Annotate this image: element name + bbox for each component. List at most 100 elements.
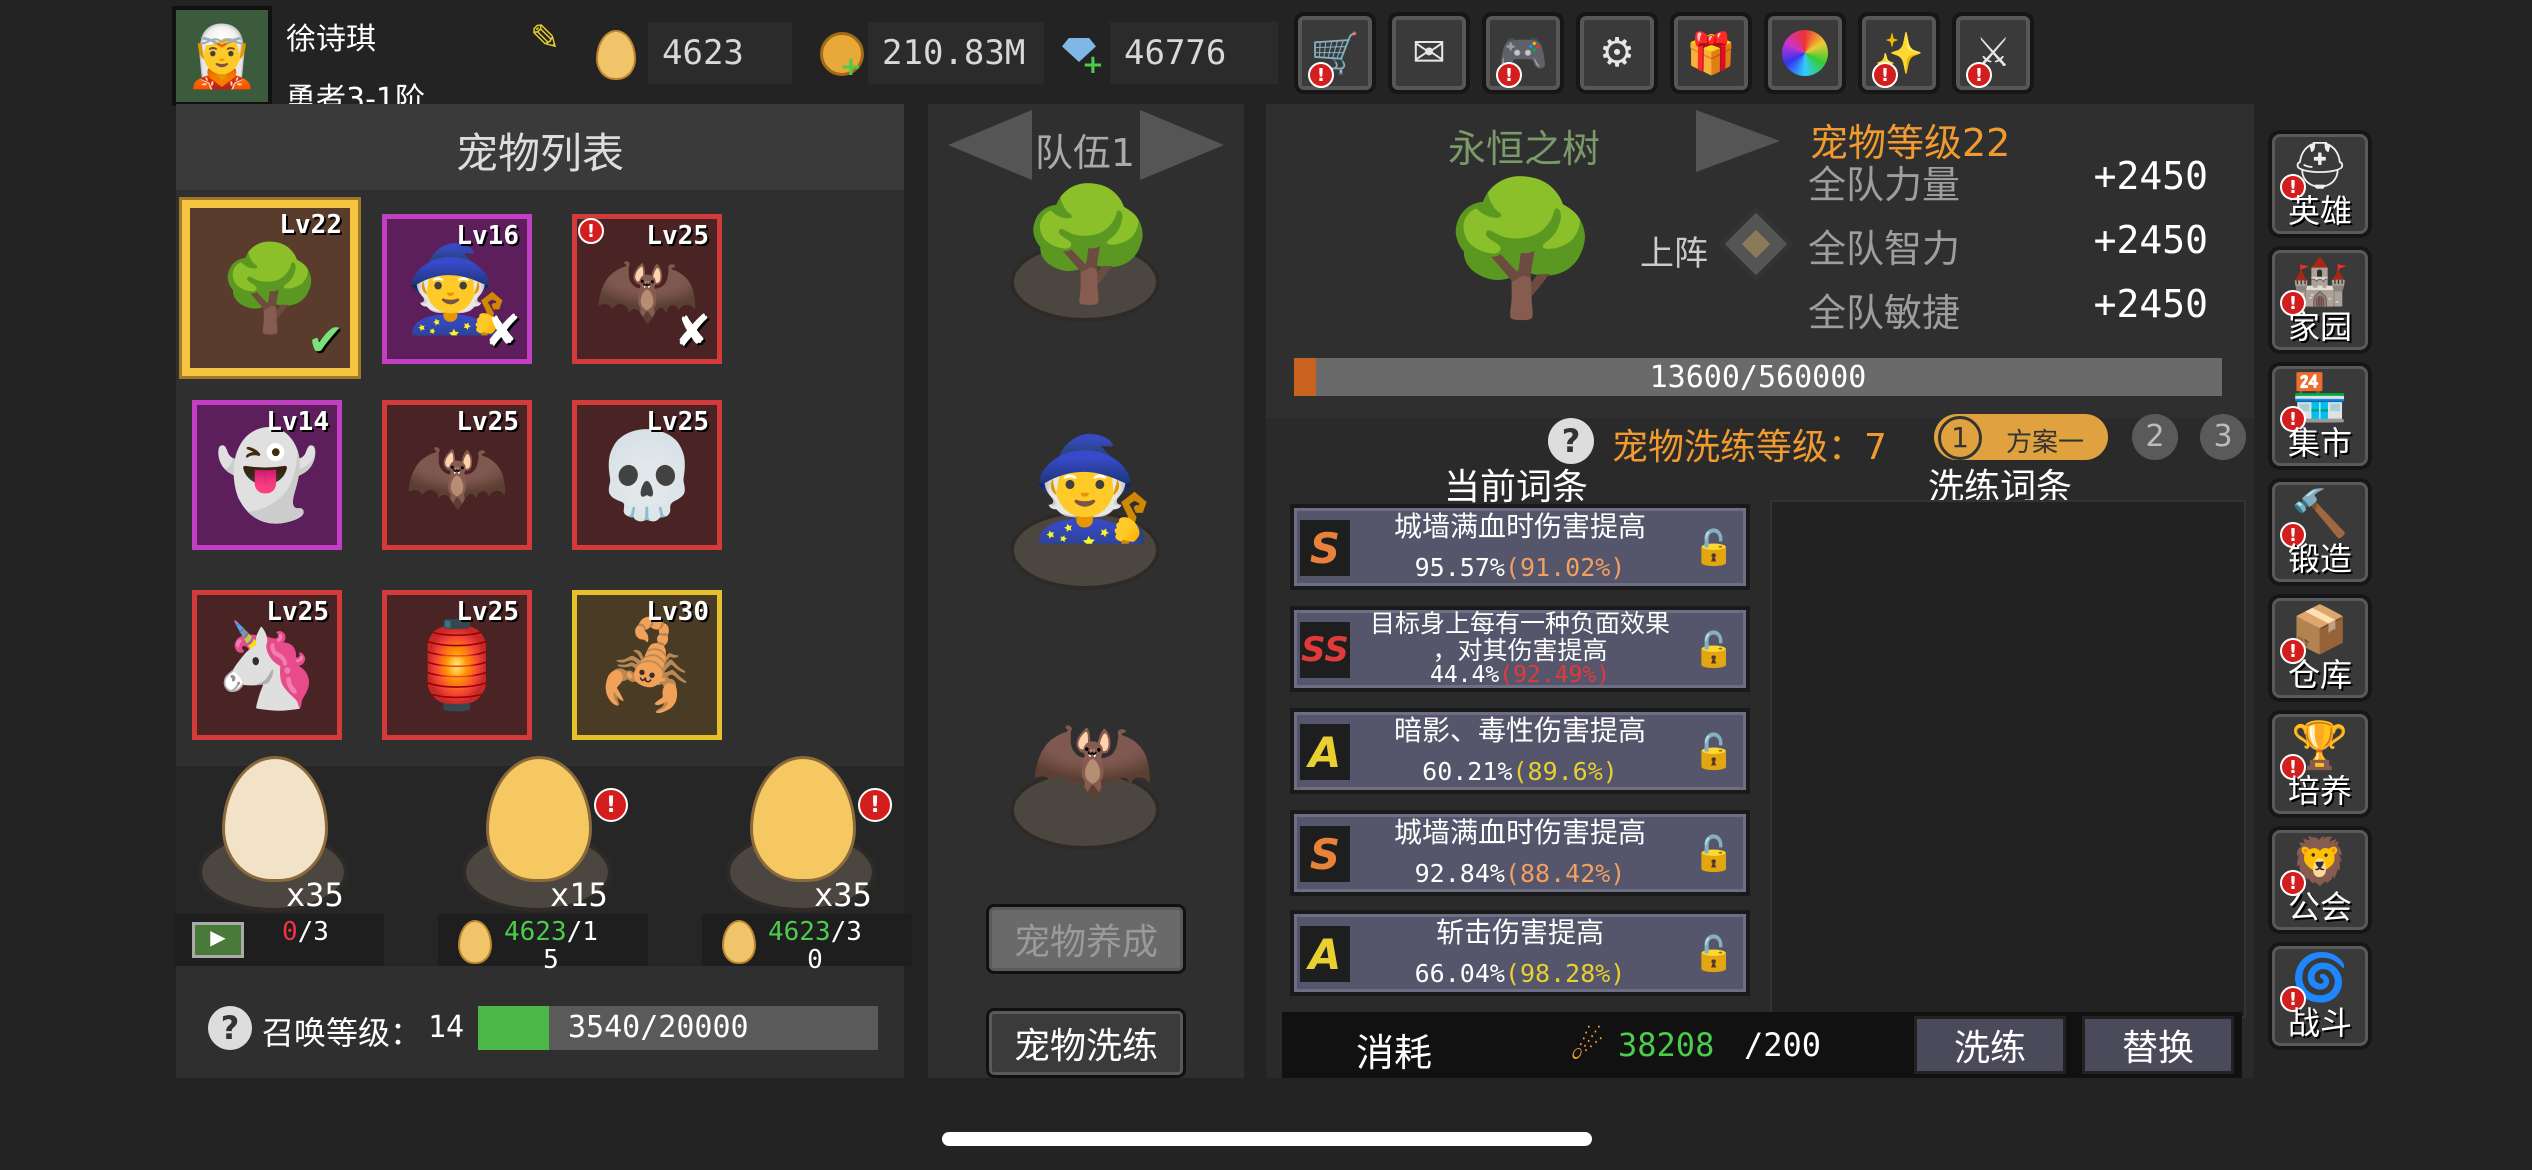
alert-badge: !: [1872, 62, 1898, 88]
affix-row[interactable]: A 斩击伤害提高 66.04%(98.28%) 🔓: [1290, 910, 1750, 996]
egg-value: 4623: [662, 33, 744, 73]
unlock-icon[interactable]: 🔓: [1692, 932, 1736, 976]
affix-row[interactable]: S 城墙满血时伤害提高 92.84%(88.42%) 🔓: [1290, 810, 1750, 896]
refine-level-label: 宠物洗练等级：7: [1612, 427, 1887, 468]
shop-button[interactable]: 🛒!: [1294, 12, 1376, 94]
refine-cost-current: 38208: [1618, 1026, 1715, 1064]
affix-row[interactable]: SS 目标身上每有一种负面效果 ，对其伤害提高 44.4%(92.49%) 🔓: [1290, 606, 1750, 692]
plan-3-label: 3: [2213, 419, 2233, 454]
color-wheel-button[interactable]: [1764, 12, 1846, 94]
summon-progress-fill: [478, 1006, 549, 1050]
edit-icon[interactable]: ✎: [530, 18, 570, 59]
stat-label: 全队敏捷: [1808, 291, 1961, 335]
plan-2-label: 2: [2145, 419, 2165, 454]
side-menu-castle[interactable]: 🏰! 家园: [2268, 246, 2372, 354]
gold-value: 210.83M: [882, 33, 1026, 73]
replace-button[interactable]: 替换: [2082, 1016, 2234, 1074]
plan-1-number: 1: [1938, 416, 1982, 460]
settings-button[interactable]: ⚙: [1576, 12, 1658, 94]
egg-cost-text: 4623/3 0: [768, 918, 862, 974]
gift-button[interactable]: 🎁: [1670, 12, 1752, 94]
side-menu-anvil[interactable]: 🔨! 锻造: [2268, 478, 2372, 586]
pet-refine-tab-label: 宠物洗练: [1013, 1026, 1158, 1067]
side-menu-label: 公会: [2287, 888, 2352, 926]
pet-portrait: 👻: [214, 425, 320, 524]
deploy-label: 上阵: [1640, 234, 1708, 274]
affix-text: 目标身上每有一种负面效果 ，对其伤害提高: [1369, 609, 1670, 665]
pet-level: Lv25: [646, 407, 709, 437]
stat-label: 全队智力: [1808, 227, 1961, 271]
side-menu-guild[interactable]: 🦁! 公会: [2268, 826, 2372, 934]
pet-card-reaper[interactable]: 💀 Lv25: [572, 400, 722, 550]
side-menu-label: 仓库: [2287, 656, 2352, 694]
side-menu-label: 家园: [2287, 308, 2352, 346]
team-slot-2-pet[interactable]: 🧙: [1030, 430, 1155, 548]
affix-value: 60.21%(89.6%): [1356, 757, 1684, 786]
pet-train-label: 宠物养成: [1013, 922, 1158, 963]
alert-badge: !: [1308, 62, 1334, 88]
affix-value-current: 95.57%: [1414, 553, 1505, 582]
side-menu-helmet[interactable]: ⛑! 英雄: [2268, 130, 2372, 238]
refine-button[interactable]: 洗练: [1914, 1016, 2066, 1074]
affix-row[interactable]: A 暗影、毒性伤害提高 60.21%(89.6%) 🔓: [1290, 708, 1750, 794]
egg-cost-current: 4623: [504, 917, 567, 947]
side-menu-chalice[interactable]: 🏆! 培养: [2268, 710, 2372, 818]
unlock-icon[interactable]: 🔓: [1692, 730, 1736, 774]
side-menu-label: 战斗: [2287, 1004, 2352, 1042]
pet-card-scorpion[interactable]: 🦂 Lv30: [572, 590, 722, 740]
pet-card-skull-lantern[interactable]: 🏮 Lv25: [382, 590, 532, 740]
unlock-icon[interactable]: 🔓: [1692, 628, 1736, 672]
player-name: 徐诗琪: [286, 22, 376, 57]
egg-cost-icon: [458, 920, 492, 964]
mail-button[interactable]: ✉: [1388, 12, 1470, 94]
checkmark-icon: ✔: [307, 315, 344, 366]
stat-value: +2450: [2093, 282, 2208, 326]
current-affix-header: 当前词条: [1444, 467, 1589, 508]
egg-count: x35: [814, 876, 872, 914]
gamepad-button[interactable]: 🎮!: [1482, 12, 1564, 94]
pet-card-witch[interactable]: 🧙 Lv16 ✘: [382, 214, 532, 364]
battle-swords-button[interactable]: ⚔!: [1952, 12, 2034, 94]
stat-label: 全队力量: [1808, 163, 1961, 207]
plan-1-tab[interactable]: 1 方案一: [1934, 414, 2108, 460]
pet-train-button[interactable]: 宠物养成: [986, 904, 1186, 974]
pet-card-ghost[interactable]: 👻 Lv14: [192, 400, 342, 550]
team-slot-1-pet[interactable]: 🌳: [1020, 180, 1157, 309]
help-icon[interactable]: ?: [208, 1006, 252, 1050]
side-menu-label: 集市: [2287, 424, 2352, 462]
side-menu-label: 英雄: [2287, 192, 2352, 230]
summon-progress-bar: 3540/20000: [478, 1006, 878, 1050]
plan-3-tab[interactable]: 3: [2200, 414, 2246, 460]
egg-cost-current: 4623: [768, 917, 831, 947]
affix-value-current: 44.4%: [1429, 662, 1500, 688]
side-menu-portal[interactable]: 🌀! 战斗: [2268, 942, 2372, 1050]
unlock-icon[interactable]: 🔓: [1692, 832, 1736, 876]
affix-grade: S: [1300, 826, 1350, 882]
plan-2-tab[interactable]: 2: [2132, 414, 2178, 460]
fireworks-button[interactable]: ✨!: [1858, 12, 1940, 94]
affix-value-range: (88.42%): [1504, 859, 1626, 888]
player-avatar[interactable]: 🧝: [172, 6, 272, 106]
side-menu-warehouse[interactable]: 📦! 仓库: [2268, 594, 2372, 702]
team-slot-3-pet[interactable]: 🦇: [1030, 700, 1155, 818]
affix-row[interactable]: S 城墙满血时伤害提高 95.57%(91.02%) 🔓: [1290, 504, 1750, 590]
plus-icon: +: [1082, 50, 1104, 80]
home-indicator[interactable]: [942, 1132, 1592, 1146]
egg-icon: [596, 30, 636, 80]
gold-resource: + 210.83M: [818, 22, 1044, 84]
affix-text: 暗影、毒性伤害提高: [1393, 714, 1646, 747]
affix-value: 44.4%(92.49%): [1356, 662, 1684, 688]
unlock-icon[interactable]: 🔓: [1692, 526, 1736, 570]
pet-refine-tab-button[interactable]: 宠物洗练: [986, 1008, 1186, 1078]
affix-grade: S: [1300, 520, 1350, 576]
pet-card-gray-bat[interactable]: 🦇 Lv25: [382, 400, 532, 550]
side-menu-market[interactable]: 🏪! 集市: [2268, 362, 2372, 470]
pet-card-treant[interactable]: 🌳 Lv22 ✔: [182, 200, 358, 376]
gem-resource: + 46776: [1058, 22, 1278, 84]
pet-portrait: 🦄: [214, 615, 320, 714]
affix-value-current: 60.21%: [1422, 757, 1513, 786]
pet-card-pony[interactable]: 🦄 Lv25: [192, 590, 342, 740]
pet-exp-bar: 13600/560000: [1294, 358, 2222, 396]
pet-exp-text: 13600/560000: [1649, 360, 1867, 395]
egg-resource: 4623: [596, 22, 796, 84]
